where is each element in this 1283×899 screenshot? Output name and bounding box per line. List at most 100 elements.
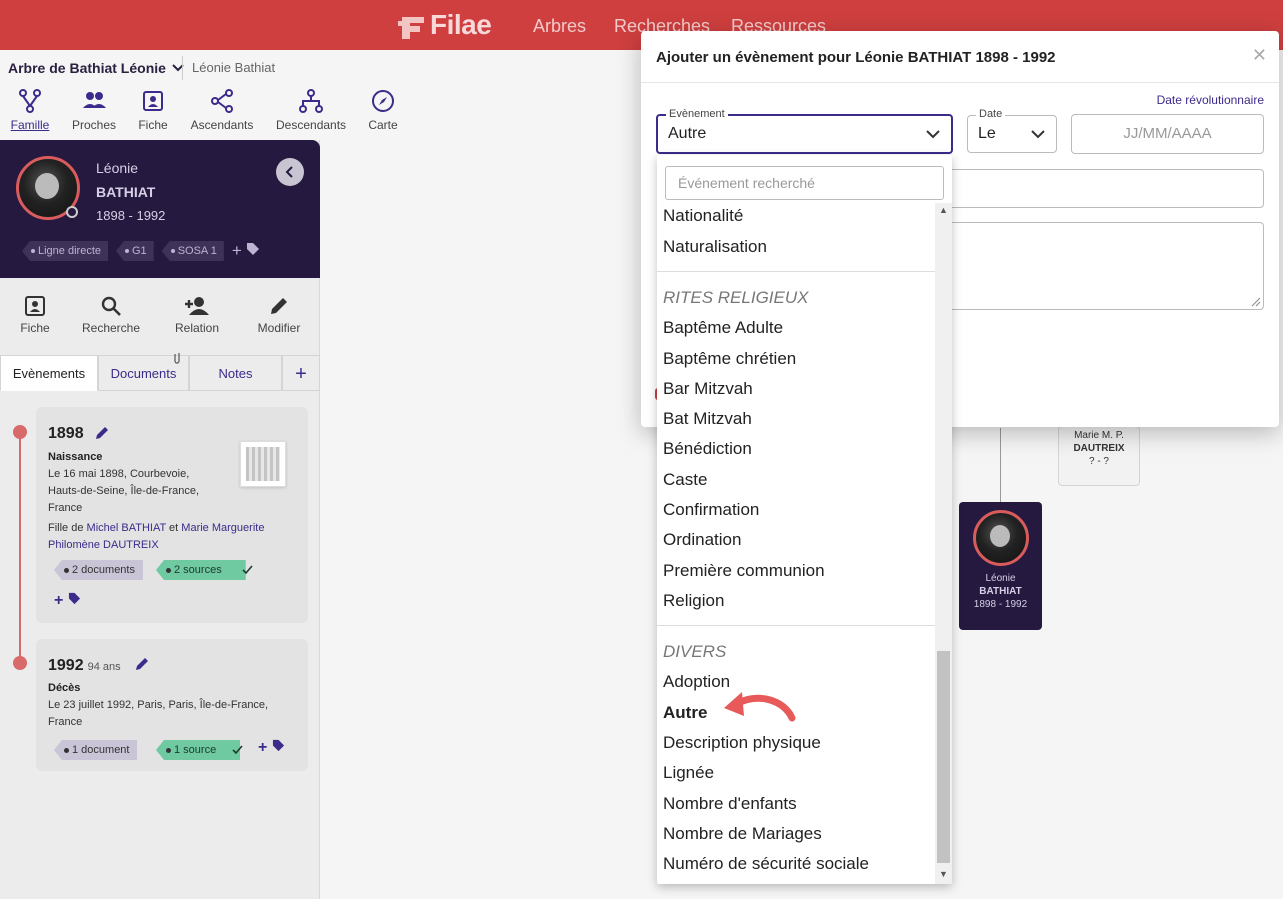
group-label-rites: RITES RELIGIEUX	[663, 288, 809, 307]
tag-icon	[272, 739, 284, 752]
tree-selector[interactable]: Arbre de Bathiat Léonie	[8, 60, 184, 76]
option-caste[interactable]: Caste	[663, 470, 707, 490]
option-nombre-enfants[interactable]: Nombre d'enfants	[663, 794, 797, 814]
tab-label: Proches	[71, 118, 117, 132]
event-type: Décès	[48, 682, 81, 694]
description-textarea[interactable]	[941, 222, 1264, 310]
tab-label: Ascendants	[190, 118, 254, 132]
document-thumbnail[interactable]	[240, 441, 286, 487]
tab-carte[interactable]: Carte	[366, 88, 400, 132]
action-label: Recherche	[81, 321, 141, 335]
tag-icon	[68, 592, 80, 605]
filae-logo[interactable]: Filae	[398, 9, 492, 40]
event-card-death[interactable]: 1992 94 ans Décès Le 23 juillet 1992, Par…	[36, 639, 308, 771]
filae-logo-icon	[398, 17, 424, 39]
tree-card-mother[interactable]: Marie M. P. DAUTREIX ? - ?	[1058, 426, 1140, 486]
father-link[interactable]: Michel BATHIAT	[87, 522, 166, 534]
action-label: Modifier	[257, 321, 301, 335]
add-tag-button[interactable]: +	[258, 739, 285, 757]
tree-card-self[interactable]: Léonie BATHIAT 1898 - 1992	[959, 502, 1042, 630]
option-bapteme-adulte[interactable]: Baptême Adulte	[663, 318, 783, 338]
resize-handle-icon[interactable]	[1251, 297, 1261, 307]
date-qualifier-select[interactable]: Date Le	[967, 108, 1057, 153]
nav-arbres[interactable]: Arbres	[533, 16, 586, 37]
relation-button[interactable]: Relation	[162, 295, 232, 335]
event-type-select[interactable]: Evènement Autre	[656, 108, 953, 154]
profile-header: Léonie BATHIAT 1898 - 1992 Ligne directe…	[0, 140, 320, 278]
ascendants-icon	[211, 89, 233, 113]
option-numero-securite-sociale[interactable]: Numéro de sécurité sociale	[663, 854, 869, 874]
timeline-dot	[13, 656, 27, 670]
action-label: Relation	[174, 321, 220, 335]
compass-icon	[372, 90, 394, 112]
descendants-icon	[299, 89, 323, 113]
modifier-button[interactable]: Modifier	[244, 295, 314, 335]
event-description: Le 23 juillet 1992, Paris, Paris, Île-de…	[48, 699, 269, 728]
fiche-button[interactable]: Fiche	[0, 295, 70, 335]
option-confirmation[interactable]: Confirmation	[663, 500, 759, 520]
tag-icon	[247, 243, 260, 255]
option-bat-mitzvah[interactable]: Bat Mitzvah	[663, 409, 752, 429]
scrollbar[interactable]: ▲ ▼	[935, 203, 952, 884]
event-filiation: Fille de Michel BATHIAT et Marie Marguer…	[48, 522, 265, 551]
modal-title: Ajouter un évènement pour Léonie BATHIAT…	[656, 49, 1056, 66]
documents-badge[interactable]: 2 documents	[54, 560, 143, 580]
scrollbar-thumb[interactable]	[937, 651, 950, 863]
date-input[interactable]: JJ/MM/AAAA	[1071, 114, 1264, 154]
option-nationalite[interactable]: Nationalité	[663, 206, 743, 226]
event-search-input[interactable]: Événement recherché	[665, 166, 944, 200]
option-bar-mitzvah[interactable]: Bar Mitzvah	[663, 379, 753, 399]
add-tag-button[interactable]: +	[232, 241, 261, 261]
event-type-dropdown: Événement recherché ▲ ▼ Nationalité Natu…	[657, 155, 952, 884]
sources-badge[interactable]: 2 sources	[156, 560, 246, 580]
field-label: Evènement	[666, 108, 728, 120]
tab-label: Descendants	[276, 118, 347, 132]
sources-badge[interactable]: 1 source	[156, 740, 241, 760]
recherche-button[interactable]: Recherche	[76, 295, 146, 335]
option-religion[interactable]: Religion	[663, 591, 724, 611]
option-autre[interactable]: Autre	[663, 703, 707, 723]
date-revolutionnaire-link[interactable]: Date révolutionnaire	[1157, 93, 1264, 107]
tab-notes[interactable]: Notes	[189, 355, 282, 391]
option-naturalisation[interactable]: Naturalisation	[663, 237, 767, 257]
documents-badge[interactable]: 1 document	[54, 740, 138, 760]
option-ordination[interactable]: Ordination	[663, 530, 741, 550]
tab-proches[interactable]: Proches	[70, 88, 118, 132]
option-lignee[interactable]: Lignée	[663, 763, 714, 783]
add-tag-button[interactable]: +	[54, 592, 81, 610]
card-name: Marie M. P.	[1074, 430, 1124, 441]
close-icon[interactable]: ✕	[1252, 45, 1267, 66]
tab-ascendants[interactable]: Ascendants	[190, 88, 254, 132]
card-last-name: DAUTREIX	[1073, 443, 1125, 454]
tab-evenements[interactable]: Evènements	[0, 355, 98, 391]
divider	[657, 625, 935, 626]
event-year: 1992 94 ans	[48, 657, 121, 674]
timeline-line	[19, 430, 21, 666]
card-dates: 1898 - 1992	[973, 599, 1028, 610]
collapse-panel-button[interactable]	[276, 158, 304, 186]
divider	[641, 82, 1279, 83]
place-input[interactable]	[941, 169, 1264, 208]
scroll-up-icon[interactable]: ▲	[939, 205, 948, 215]
timeline-dot	[13, 425, 27, 439]
option-premiere-communion[interactable]: Première communion	[663, 561, 825, 581]
option-benediction[interactable]: Bénédiction	[663, 439, 752, 459]
option-description-physique[interactable]: Description physique	[663, 733, 821, 753]
tab-famille[interactable]: Famille	[10, 88, 50, 132]
option-nombre-mariages[interactable]: Nombre de Mariages	[663, 824, 822, 844]
field-label: Date	[976, 108, 1006, 120]
add-tab-button[interactable]: +	[282, 355, 320, 391]
group-label-divers: DIVERS	[663, 642, 727, 661]
edit-icon[interactable]	[94, 425, 110, 441]
tab-descendants[interactable]: Descendants	[276, 88, 346, 132]
scroll-down-icon[interactable]: ▼	[939, 869, 948, 879]
search-icon	[101, 296, 121, 316]
add-person-icon	[185, 297, 209, 315]
option-bapteme-chretien[interactable]: Baptême chrétien	[663, 349, 796, 369]
edit-icon[interactable]	[134, 656, 150, 672]
tab-fiche[interactable]: Fiche	[136, 88, 170, 132]
event-card-birth[interactable]: 1898 Naissance Le 16 mai 1898, Courbevoi…	[36, 407, 308, 623]
tree-current-person[interactable]: Léonie Bathiat	[192, 60, 275, 75]
date-placeholder: JJ/MM/AAAA	[1123, 125, 1212, 142]
annotation-arrow-icon	[724, 692, 796, 722]
